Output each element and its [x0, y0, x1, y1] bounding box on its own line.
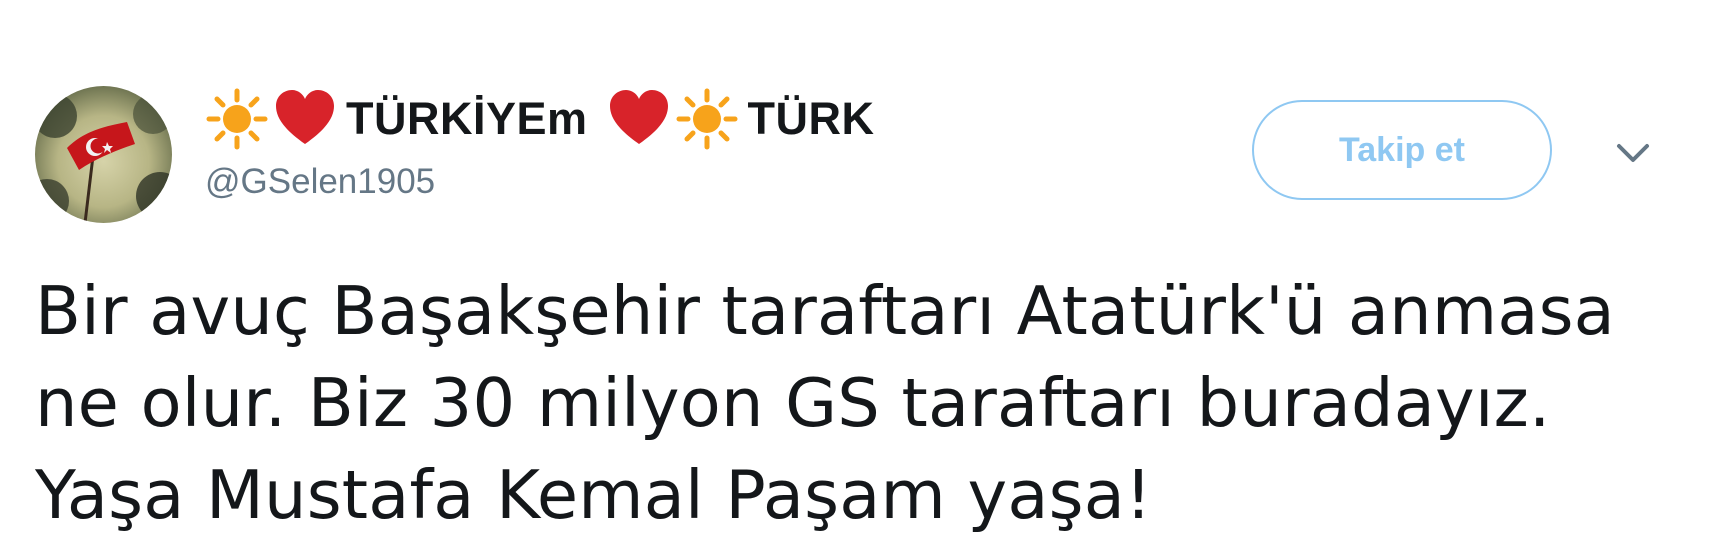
display-name-suffix: TÜRK	[747, 93, 875, 144]
sun-emoji-icon	[206, 88, 268, 150]
tweet-text-line: Bir avuç Başakşehir taraftarı Atatürk'ü …	[35, 272, 1615, 350]
red-heart-emoji-icon	[274, 88, 336, 150]
user-handle[interactable]: @GSelen1905	[205, 162, 435, 202]
tweet-text: Bir avuç Başakşehir taraftarı Atatürk'ü …	[35, 265, 1685, 541]
display-name-text: TÜRKİYEm	[346, 93, 588, 144]
sun-emoji-icon	[676, 88, 738, 150]
tweet-text-line: ne olur. Biz 30 milyon GS taraftarı bura…	[35, 364, 1551, 442]
red-heart-emoji-icon	[608, 88, 670, 150]
tweet-card: TÜRKİYEm TÜRK @GSelen1905 Takip et Bir a…	[0, 0, 1719, 555]
display-name[interactable]: TÜRKİYEm TÜRK	[206, 88, 895, 150]
turkish-flag-avatar-icon	[35, 94, 172, 223]
tweet-text-line: Yaşa Mustafa Kemal Paşam yaşa!	[35, 456, 1153, 534]
follow-button[interactable]: Takip et	[1252, 100, 1552, 200]
avatar[interactable]	[35, 86, 172, 223]
chevron-down-icon[interactable]	[1613, 138, 1653, 168]
